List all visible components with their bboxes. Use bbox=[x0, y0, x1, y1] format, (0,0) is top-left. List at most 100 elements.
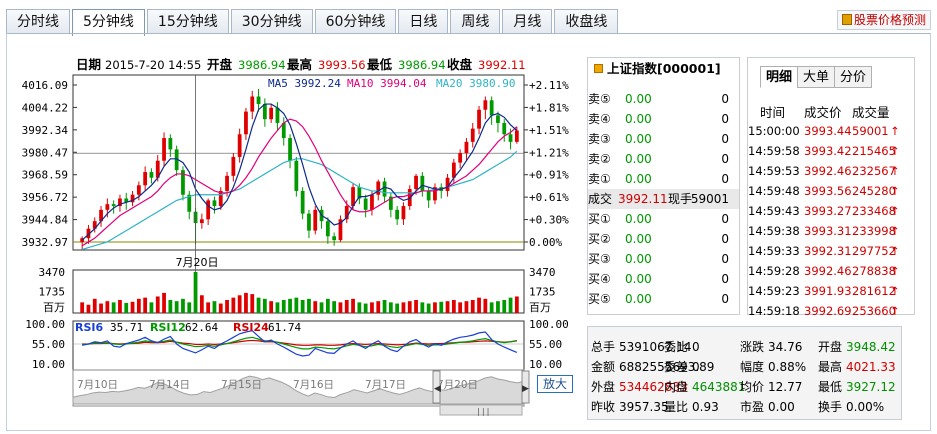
summary-value: 0.00% bbox=[846, 400, 885, 414]
kline-chart: 日期 2015-7-20 14:55 开盘 3986.94 最高 3993.56 最低 398… bbox=[22, 57, 569, 416]
summary-label: 昨收 bbox=[591, 400, 616, 414]
volume-bar bbox=[477, 297, 481, 313]
chevron-left-icon: ◀ bbox=[434, 384, 441, 394]
volume-bar bbox=[357, 302, 362, 313]
volume-unit: 百万 bbox=[529, 301, 551, 314]
summary-row: 金额 6882555693.89 委差 0 幅度 0.88% 最高 4021.33 bbox=[588, 357, 901, 377]
grip-icon: ||| bbox=[476, 407, 490, 416]
candle-body bbox=[143, 172, 148, 186]
volume-bar bbox=[338, 302, 343, 313]
volume-bar bbox=[181, 298, 185, 313]
summary-label: 最低 bbox=[818, 380, 843, 394]
volume-bar bbox=[502, 300, 507, 313]
volume-bar bbox=[344, 300, 349, 313]
kline-header-text: 收盘 bbox=[447, 57, 473, 72]
detail-time: 14:59:33 bbox=[748, 244, 800, 258]
volume-bar bbox=[496, 301, 500, 313]
volume-bar bbox=[414, 300, 418, 313]
volume-bar bbox=[212, 301, 217, 313]
volume-bar bbox=[231, 297, 236, 313]
volume-bar bbox=[99, 303, 103, 313]
volume-bar bbox=[281, 300, 286, 313]
price-tick: 3992.34 bbox=[22, 124, 69, 137]
detail-price: 3992.31 bbox=[804, 244, 852, 258]
volume-bar bbox=[80, 302, 85, 313]
volume-bar bbox=[225, 300, 229, 313]
detail-time: 14:59:28 bbox=[748, 264, 800, 278]
buy-level-5-volume: 0 bbox=[721, 292, 729, 306]
sell-level-2: 卖② 0.00 0 bbox=[588, 149, 739, 169]
sell-level-3-volume: 0 bbox=[721, 132, 729, 146]
volume-bar bbox=[376, 301, 381, 313]
summary-value: 3957.35 bbox=[619, 400, 669, 414]
summary-row: 昨收 3957.35 量比 0.93 市盈 0.00 换手 0.00% bbox=[588, 397, 901, 417]
summary-label: 内盘 bbox=[664, 380, 689, 394]
candle-body bbox=[508, 134, 513, 142]
detail-header-time: 时间 bbox=[760, 105, 786, 120]
buy-level-4-price: 0.00 bbox=[625, 272, 652, 286]
sell-level-4-label: 卖④ bbox=[588, 112, 611, 126]
detail-price: 3993.44 bbox=[804, 124, 852, 138]
detail-row: 14:59:43 3993.27 233468 ↑ bbox=[748, 201, 914, 221]
deal-price: 3992.11 bbox=[618, 192, 668, 206]
volume-bar bbox=[118, 300, 122, 313]
up-arrow-icon: ↑ bbox=[890, 204, 900, 218]
volume-bar bbox=[426, 303, 431, 313]
volume-bar bbox=[130, 301, 135, 313]
kline-header-text: 3993.56 bbox=[318, 58, 366, 72]
volume-bar bbox=[370, 302, 374, 313]
volume-bar bbox=[332, 301, 337, 313]
volume-bar bbox=[300, 300, 305, 313]
price-tick: 3980.47 bbox=[22, 146, 68, 159]
detail-tab-2[interactable]: 分价 bbox=[834, 66, 873, 88]
volume-bar bbox=[407, 301, 412, 313]
summary-value: 4643881 bbox=[692, 380, 746, 394]
volume-bar bbox=[470, 300, 475, 313]
summary-value: 0 bbox=[692, 340, 700, 354]
stock-predict-button[interactable]: 股票价格预测 bbox=[836, 10, 931, 30]
pct-tick: +1.21% bbox=[529, 146, 569, 159]
candle-body bbox=[420, 175, 425, 191]
pct-tick: +1.81% bbox=[529, 101, 569, 114]
candle-body bbox=[414, 175, 418, 190]
detail-tabs: 明细 大单 分价 bbox=[760, 66, 873, 88]
summary-label: 均价 bbox=[740, 380, 765, 394]
volume-bar bbox=[288, 298, 292, 313]
buy-level-3: 买③ 0.00 0 bbox=[588, 249, 739, 269]
candle-body bbox=[313, 209, 318, 231]
detail-tab-1[interactable]: 大单 bbox=[797, 66, 836, 88]
candle-body bbox=[483, 100, 488, 110]
detail-time: 14:59:48 bbox=[748, 184, 800, 198]
zoom-in-button[interactable]: 放大 bbox=[537, 375, 573, 393]
candle-body bbox=[168, 138, 173, 150]
summary-value: 34.76 bbox=[768, 340, 803, 354]
summary-value: 0.88% bbox=[768, 360, 807, 374]
ma-legend: MA10 3994.04 bbox=[347, 77, 427, 90]
pct-tick: +0.61% bbox=[529, 191, 569, 204]
rsi-legend-label: RSI12 bbox=[150, 321, 186, 334]
detail-row: 14:59:18 3992.69 253660 ↑ bbox=[748, 301, 914, 321]
buy-level-5-price: 0.00 bbox=[625, 292, 652, 306]
buy-level-3-label: 买③ bbox=[588, 252, 611, 266]
detail-price: 3993.27 bbox=[804, 204, 852, 218]
detail-row: 14:59:23 3991.93 281612 ↑ bbox=[748, 281, 914, 301]
rsi-legend-label: RSI6 bbox=[75, 321, 103, 334]
now-volume: 59001 bbox=[690, 192, 729, 206]
volume-bar bbox=[363, 303, 368, 313]
candle-body bbox=[514, 130, 519, 142]
volume-bar bbox=[206, 302, 211, 313]
price-panel bbox=[72, 74, 525, 251]
navigator-date: 7月17日 bbox=[365, 379, 406, 391]
volume-bar bbox=[168, 300, 173, 313]
candle-body bbox=[149, 172, 154, 178]
kline-header-text: 最高 bbox=[287, 57, 312, 72]
candle-body bbox=[502, 122, 507, 135]
summary-label: 幅度 bbox=[740, 360, 765, 374]
volume-bar bbox=[445, 301, 450, 313]
volume-bar bbox=[143, 297, 148, 313]
pct-tick: +0.30% bbox=[529, 214, 569, 227]
detail-tab-0[interactable]: 明细 bbox=[760, 66, 799, 88]
candle-body bbox=[489, 100, 494, 116]
volume-bar bbox=[307, 298, 311, 313]
buy-level-4-volume: 0 bbox=[721, 272, 729, 286]
